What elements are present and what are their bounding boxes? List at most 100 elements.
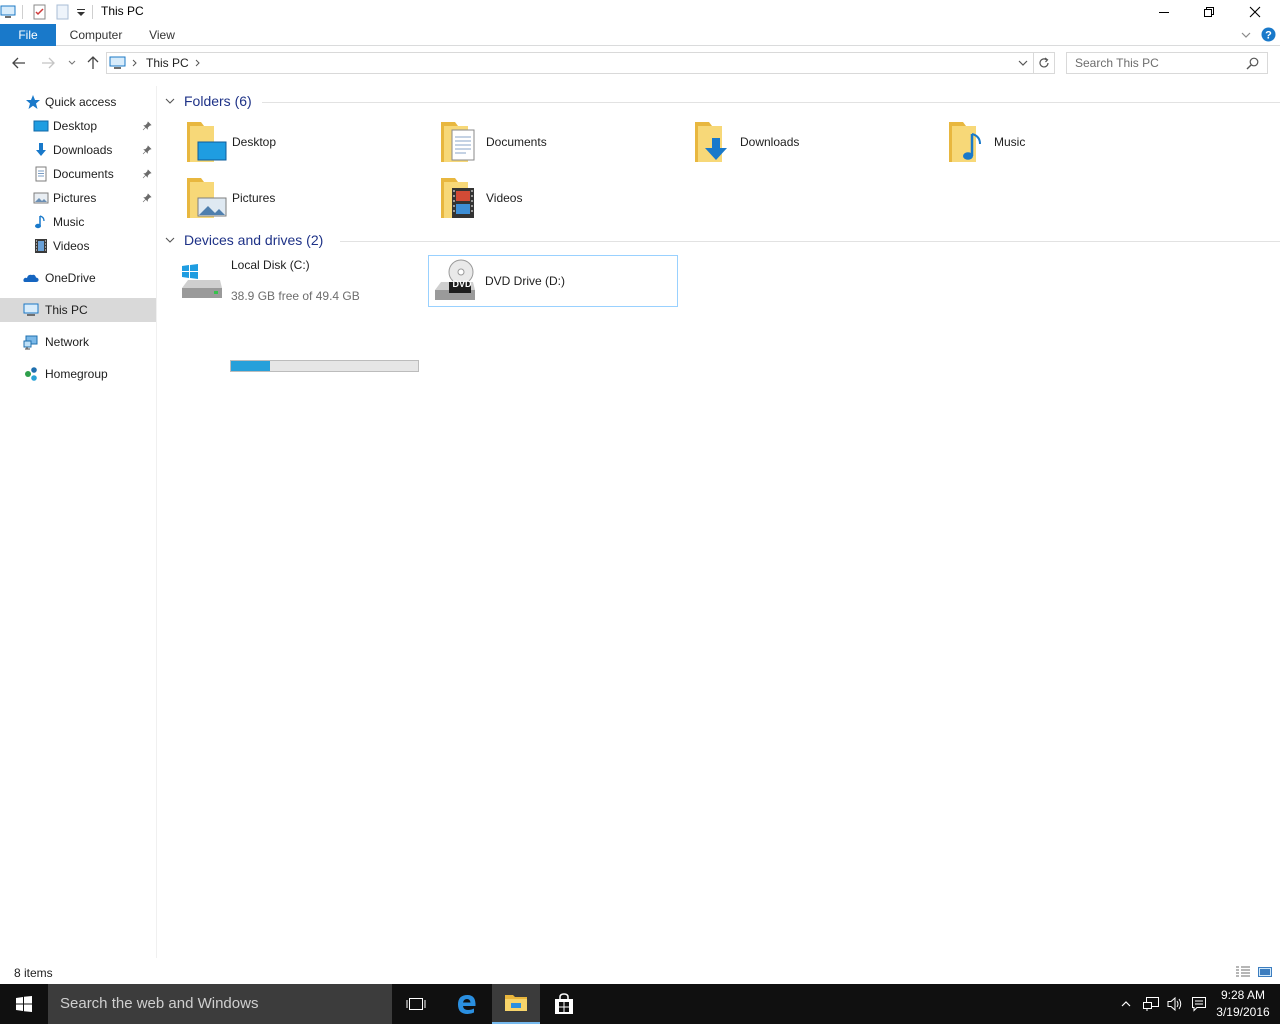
- show-hidden-icons-button[interactable]: [1117, 984, 1135, 1024]
- folder-tile-desktop[interactable]: Desktop: [182, 116, 432, 168]
- nav-item-desktop[interactable]: Desktop: [0, 114, 156, 138]
- breadcrumb-this-pc[interactable]: This PC: [146, 56, 189, 70]
- new-folder-icon[interactable]: [56, 3, 70, 21]
- address-bar[interactable]: This PC: [106, 52, 1034, 74]
- forward-button[interactable]: [38, 53, 58, 73]
- nav-item-videos[interactable]: Videos: [0, 234, 156, 258]
- group-title: Folders (6): [184, 93, 252, 109]
- close-button[interactable]: [1232, 0, 1278, 24]
- start-button[interactable]: [0, 984, 48, 1024]
- nav-label: Homegroup: [45, 367, 108, 381]
- homegroup-icon: [25, 367, 37, 381]
- folder-tile-music[interactable]: Music: [944, 116, 1194, 168]
- nav-quick-access[interactable]: Quick access: [0, 90, 156, 114]
- nav-label: Pictures: [53, 191, 97, 205]
- nav-label: Quick access: [45, 95, 117, 109]
- tile-label: Music: [994, 135, 1026, 149]
- expand-ribbon-icon[interactable]: [1240, 29, 1252, 44]
- documents-folder-icon: [441, 122, 475, 162]
- file-explorer-button[interactable]: [492, 984, 540, 1024]
- customize-qat-dropdown-icon[interactable]: [75, 3, 87, 21]
- nav-this-pc[interactable]: This PC: [0, 298, 156, 322]
- tab-view[interactable]: View: [140, 24, 184, 46]
- collapse-chevron-icon[interactable]: [164, 234, 176, 246]
- divider: [22, 5, 23, 19]
- pin-icon[interactable]: [142, 193, 152, 203]
- drive-usage-bar: [230, 360, 419, 372]
- taskbar-clock[interactable]: 9:28 AM 3/19/2016: [1206, 987, 1280, 1021]
- navigation-pane: Quick access Desktop Downloads Documents…: [0, 86, 157, 958]
- network-icon: [23, 335, 38, 350]
- windows-logo-icon: [16, 996, 32, 1012]
- tile-label: Pictures: [232, 191, 276, 205]
- large-icons-view-icon[interactable]: [1257, 964, 1273, 983]
- taskbar-search-box[interactable]: Search the web and Windows: [48, 984, 392, 1024]
- refresh-button[interactable]: [1033, 52, 1055, 74]
- folder-tile-downloads[interactable]: Downloads: [690, 116, 940, 168]
- tab-computer[interactable]: Computer: [62, 24, 130, 46]
- breadcrumb-separator-icon[interactable]: [194, 56, 202, 73]
- nav-label: Documents: [53, 167, 114, 181]
- search-icon[interactable]: [1246, 57, 1259, 73]
- ribbon: File Computer View ?: [0, 24, 1280, 46]
- search-box[interactable]: [1066, 52, 1268, 74]
- window-title: This PC: [101, 4, 144, 18]
- navigation-bar: This PC: [0, 50, 1280, 76]
- nav-item-downloads[interactable]: Downloads: [0, 138, 156, 162]
- minimize-button[interactable]: [1141, 0, 1187, 24]
- nav-label: Network: [45, 335, 90, 349]
- devices-group-header[interactable]: Devices and drives (2): [164, 230, 1280, 250]
- downloads-folder-icon: [695, 122, 727, 162]
- breadcrumb-separator-icon[interactable]: [131, 56, 139, 73]
- details-view-icon[interactable]: [1235, 965, 1251, 982]
- up-button[interactable]: [83, 53, 103, 73]
- pin-icon[interactable]: [142, 121, 152, 131]
- nav-network[interactable]: Network: [0, 330, 156, 354]
- pin-icon[interactable]: [142, 145, 152, 155]
- star-icon: [26, 95, 40, 109]
- speaker-icon: [1167, 996, 1182, 1012]
- task-view-icon: [406, 998, 426, 1010]
- address-dropdown-icon[interactable]: [1017, 57, 1029, 72]
- tile-label: Downloads: [740, 135, 800, 149]
- videos-folder-icon: [441, 178, 474, 218]
- store-button[interactable]: [540, 984, 588, 1024]
- folder-tile-documents[interactable]: Documents: [436, 116, 686, 168]
- drive-tile-dvd[interactable]: DVD DVD Drive (D:): [428, 255, 678, 307]
- help-icon[interactable]: ?: [1261, 27, 1276, 45]
- collapse-chevron-icon[interactable]: [164, 95, 176, 107]
- edge-button[interactable]: [443, 984, 491, 1024]
- network-tray-icon: [1143, 997, 1159, 1011]
- this-pc-icon: [23, 303, 39, 316]
- this-pc-small-icon: [0, 3, 18, 21]
- store-icon: [555, 993, 573, 1014]
- nav-item-music[interactable]: Music: [0, 210, 156, 234]
- back-button[interactable]: [9, 53, 29, 73]
- downloads-icon: [36, 143, 46, 156]
- task-view-button[interactable]: [392, 984, 440, 1024]
- nav-label: Desktop: [53, 119, 98, 133]
- divider: [92, 5, 93, 19]
- nav-item-documents[interactable]: Documents: [0, 162, 156, 186]
- properties-icon[interactable]: [33, 3, 47, 21]
- recent-locations-chevron-icon[interactable]: [62, 53, 82, 73]
- pin-icon[interactable]: [142, 169, 152, 179]
- tab-file[interactable]: File: [0, 24, 56, 46]
- edge-icon: [458, 995, 476, 1014]
- folders-group-header[interactable]: Folders (6): [164, 91, 1280, 111]
- pictures-folder-icon: [187, 178, 227, 218]
- nav-item-pictures[interactable]: Pictures: [0, 186, 156, 210]
- volume-tray-button[interactable]: [1164, 984, 1186, 1024]
- search-input[interactable]: [1067, 53, 1237, 73]
- chevron-up-icon: [1121, 1001, 1131, 1007]
- network-tray-button[interactable]: [1140, 984, 1162, 1024]
- local-disk-icon: [182, 264, 222, 298]
- nav-homegroup[interactable]: Homegroup: [0, 362, 156, 386]
- nav-onedrive[interactable]: OneDrive: [0, 266, 156, 290]
- restore-button[interactable]: [1186, 0, 1232, 24]
- folder-tile-pictures[interactable]: Pictures: [182, 172, 432, 224]
- onedrive-icon: [23, 274, 39, 282]
- drive-tile-local-disk[interactable]: Local Disk (C:) 38.9 GB free of 49.4 GB: [176, 256, 426, 308]
- folder-tile-videos[interactable]: Videos: [436, 172, 686, 224]
- tile-label: Videos: [486, 191, 523, 205]
